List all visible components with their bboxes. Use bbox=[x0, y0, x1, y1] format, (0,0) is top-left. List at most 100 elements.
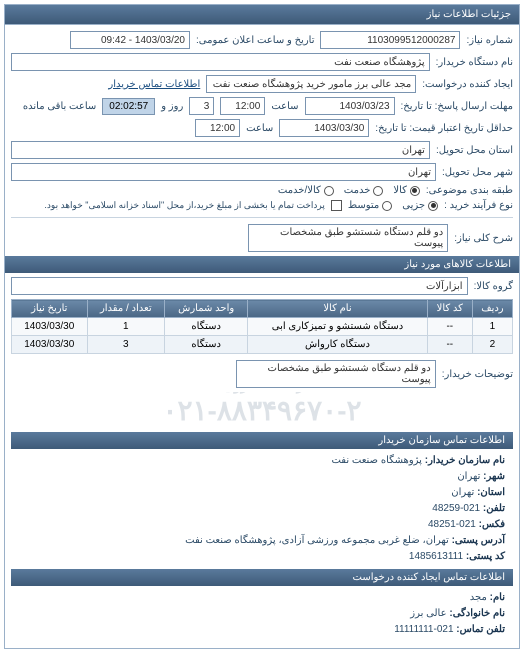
radio-khadamat-label: خدمت bbox=[344, 185, 371, 196]
radio-joze-label: جزیی bbox=[402, 200, 425, 211]
request-number-label: شماره نیاز: bbox=[466, 35, 513, 46]
contact-body: نام سازمان خریدار: پژوهشگاه صنعت نفت شهر… bbox=[11, 449, 513, 569]
radio-dot-icon bbox=[382, 201, 392, 211]
th-name: نام کالا bbox=[248, 300, 428, 318]
table-row: 2 -- دستگاه کارواش دستگاه 3 1403/03/30 bbox=[12, 336, 513, 354]
treasury-checkbox[interactable] bbox=[331, 200, 342, 211]
fax: 021-48251 bbox=[428, 519, 476, 530]
panel-body: شماره نیاز: 1103099512000287 تاریخ و ساع… bbox=[5, 25, 519, 648]
th-code: کد کالا bbox=[427, 300, 472, 318]
cell-name: دستگاه کارواش bbox=[248, 336, 428, 354]
days-label: روز و bbox=[161, 101, 183, 112]
req-contact-header: اطلاعات تماس ایجاد کننده درخواست bbox=[11, 569, 513, 586]
radio-motavaset-label: متوسط bbox=[348, 200, 379, 211]
org-province-label: استان: bbox=[477, 487, 505, 498]
validity-label: حداقل تاریخ اعتبار قیمت: تا تاریخ: bbox=[375, 123, 513, 134]
org-city: تهران bbox=[457, 471, 480, 482]
announce-label: تاریخ و ساعت اعلان عمومی: bbox=[196, 35, 315, 46]
process-radio-group: جزیی متوسط bbox=[348, 200, 438, 211]
postal-code: 1485613111 bbox=[409, 551, 463, 562]
request-number-field: 1103099512000287 bbox=[320, 31, 460, 49]
radio-joze[interactable]: جزیی bbox=[402, 200, 438, 211]
cell-code: -- bbox=[427, 336, 472, 354]
buyer-contact-link[interactable]: اطلاعات تماس خریدار bbox=[108, 79, 200, 90]
time-label-2: ساعت bbox=[246, 123, 273, 134]
cell-unit: دستگاه bbox=[165, 336, 248, 354]
cell-qty: 1 bbox=[87, 318, 165, 336]
cell-row: 1 bbox=[472, 318, 512, 336]
radio-kala-label: کالا bbox=[393, 185, 407, 196]
radio-kala-khadamat-label: کالا/خدمت bbox=[278, 185, 321, 196]
group-field: ابزارآلات bbox=[11, 277, 468, 295]
radio-dot-icon bbox=[428, 201, 438, 211]
radio-dot-icon bbox=[373, 186, 383, 196]
buyer-notes-field: دو قلم دستگاه شستشو طبق مشخصات پیوست bbox=[236, 360, 436, 388]
contact-phone-label: تلفن تماس: bbox=[456, 624, 505, 635]
fax-label: فکس: bbox=[479, 519, 505, 530]
postal-addr-label: آدرس پستی: bbox=[452, 535, 505, 546]
th-unit: واحد شمارش bbox=[165, 300, 248, 318]
radio-dot-icon bbox=[410, 186, 420, 196]
buyer-unit-field: پژوهشگاه صنعت نفت bbox=[11, 53, 430, 71]
panel-title: جزئیات اطلاعات نیاز bbox=[5, 5, 519, 25]
contact-phone: 021-11111111 bbox=[394, 624, 453, 635]
last-name-label: نام خانوادگی: bbox=[449, 608, 505, 619]
validity-date: 1403/03/30 bbox=[279, 119, 369, 137]
phone-label: تلفن: bbox=[483, 503, 505, 514]
reply-deadline-date: 1403/03/23 bbox=[305, 97, 395, 115]
radio-motavaset[interactable]: متوسط bbox=[348, 200, 392, 211]
postal-addr: تهران، ضلع غربی مجموعه ورزشی آزادی، پژوه… bbox=[185, 535, 449, 546]
first-name-label: نام: bbox=[490, 592, 505, 603]
cell-code: -- bbox=[427, 318, 472, 336]
org-city-label: شهر: bbox=[483, 471, 505, 482]
requester-field: مجد عالی برز مامور خرید پژوهشگاه صنعت نف… bbox=[206, 75, 416, 93]
need-title-field: دو قلم دستگاه شستشو طبق مشخصات پیوست bbox=[248, 224, 448, 252]
items-table: ردیف کد کالا نام کالا واحد شمارش تعداد /… bbox=[11, 299, 513, 354]
time-label-1: ساعت bbox=[271, 101, 298, 112]
buyer-unit-label: نام دستگاه خریدار: bbox=[436, 57, 513, 68]
buy-note: پرداخت تمام یا بخشی از مبلغ خرید،از محل … bbox=[44, 200, 324, 211]
cell-unit: دستگاه bbox=[165, 318, 248, 336]
phone: 021-48259 bbox=[432, 503, 480, 514]
first-name: مجد bbox=[470, 592, 487, 603]
countdown-suffix: ساعت باقی مانده bbox=[23, 101, 96, 112]
group-label: گروه کالا: bbox=[474, 281, 513, 292]
org-province: تهران bbox=[451, 487, 474, 498]
table-header-row: ردیف کد کالا نام کالا واحد شمارش تعداد /… bbox=[12, 300, 513, 318]
postal-code-label: کد پستی: bbox=[466, 551, 505, 562]
radio-kala[interactable]: کالا bbox=[393, 185, 420, 196]
city-label: شهر محل تحویل: bbox=[442, 167, 513, 178]
buy-process-label: نوع فرآیند خرید : bbox=[444, 200, 513, 211]
radio-kala-khadamat[interactable]: کالا/خدمت bbox=[278, 185, 334, 196]
th-qty: تعداد / مقدار bbox=[87, 300, 165, 318]
cell-qty: 3 bbox=[87, 336, 165, 354]
cell-name: دستگاه شستشو و تمیزکاری ابی bbox=[248, 318, 428, 336]
announce-field: 1403/03/20 - 09:42 bbox=[70, 31, 190, 49]
req-contact-body: نام: مجد نام خانوادگی: عالی برز تلفن تما… bbox=[11, 586, 513, 642]
reply-deadline-label: مهلت ارسال پاسخ: تا تاریخ: bbox=[401, 101, 513, 112]
countdown-timer: 02:02:57 bbox=[102, 98, 155, 115]
watermark: سامانه تدارکات الکترونیک ‭۰۲۱-۸۸۳۴۹۶۷۰-۲… bbox=[162, 392, 361, 427]
city-field: تهران bbox=[11, 163, 436, 181]
th-date: تاریخ نیاز bbox=[12, 300, 88, 318]
requester-label: ایجاد کننده درخواست: bbox=[422, 79, 513, 90]
cell-date: 1403/03/30 bbox=[12, 318, 88, 336]
subject-classify-label: طبقه بندی موضوعی: bbox=[426, 185, 513, 196]
cell-date: 1403/03/30 bbox=[12, 336, 88, 354]
need-title-label: شرح کلی نیاز: bbox=[454, 233, 513, 244]
province-label: استان محل تحویل: bbox=[436, 145, 513, 156]
contact-header: اطلاعات تماس سازمان خریدار bbox=[11, 432, 513, 449]
days-remaining: 3 bbox=[189, 97, 214, 115]
validity-time: 12:00 bbox=[195, 119, 240, 137]
table-row: 1 -- دستگاه شستشو و تمیزکاری ابی دستگاه … bbox=[12, 318, 513, 336]
th-row: ردیف bbox=[472, 300, 512, 318]
watermark-top: سامانه تدارکات الکترونیک bbox=[162, 392, 361, 394]
org-name: پژوهشگاه صنعت نفت bbox=[331, 455, 422, 466]
reply-deadline-time: 12:00 bbox=[220, 97, 265, 115]
radio-khadamat[interactable]: خدمت bbox=[344, 185, 384, 196]
last-name: عالی برز bbox=[410, 608, 446, 619]
subject-radio-group: کالا خدمت کالا/خدمت bbox=[278, 185, 420, 196]
watermark-bottom: ‭۰۲۱-۸۸۳۴۹۶۷۰-۲‬ bbox=[162, 394, 361, 427]
radio-dot-icon bbox=[324, 186, 334, 196]
cell-row: 2 bbox=[472, 336, 512, 354]
